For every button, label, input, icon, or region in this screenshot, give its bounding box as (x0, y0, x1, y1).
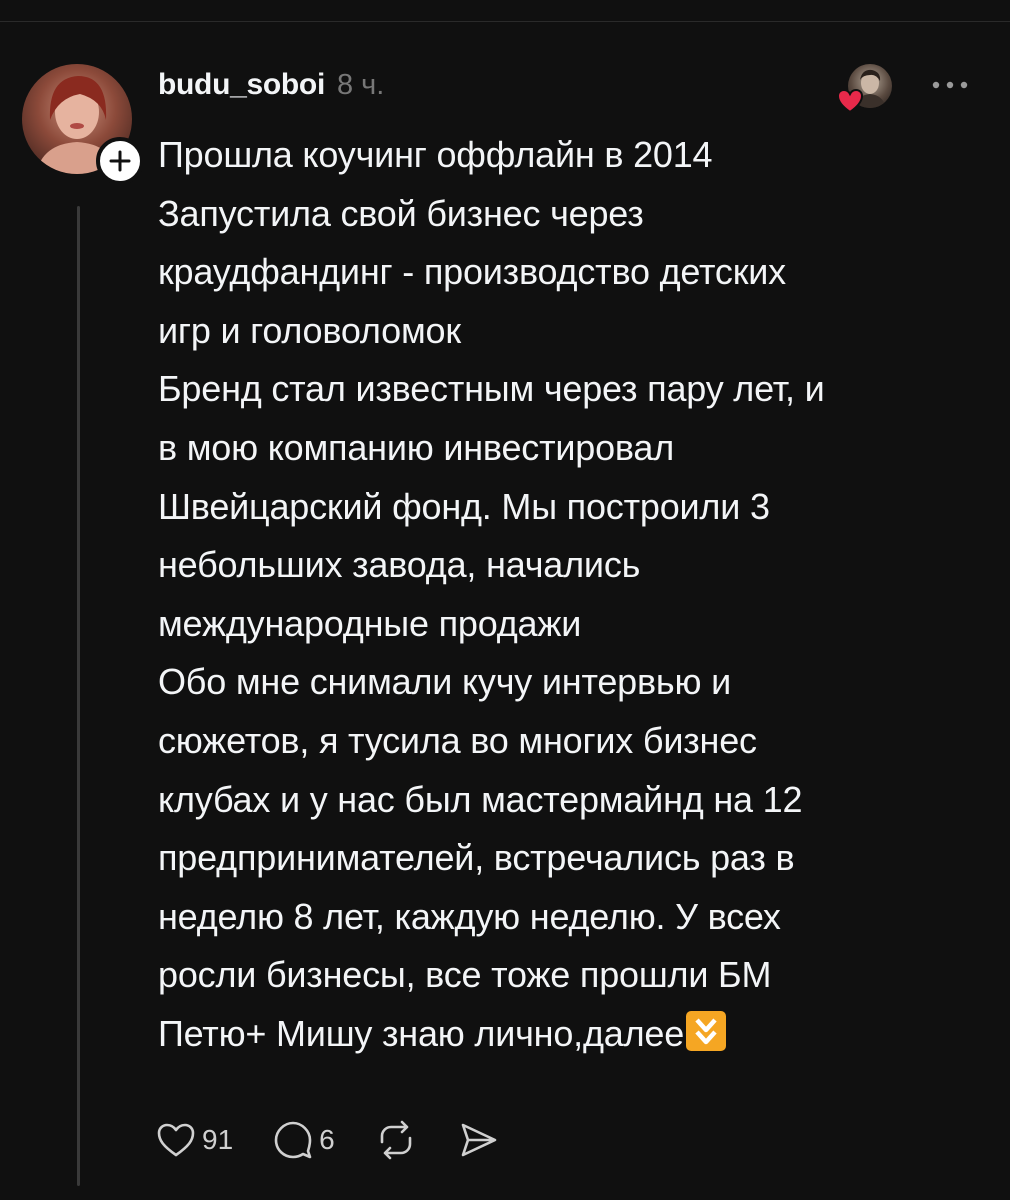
double-down-arrow-emoji-icon (686, 1010, 727, 1051)
post-line: неделю 8 лет, каждую неделю. У всех (158, 895, 781, 937)
comment-button[interactable]: 6 (273, 1121, 335, 1159)
post-text: Прошла коучинг оффлайн в 2014 Запустила … (158, 126, 978, 1064)
send-icon (461, 1123, 497, 1157)
post-line: краудфандинг - производство детских (158, 251, 786, 293)
post-line: предпринимателей, встречались раз в (158, 837, 795, 879)
plus-icon (109, 150, 131, 172)
post-last-line-text: Петю+ Мишу знаю лично,далее (158, 1012, 685, 1054)
post-actions: 91 6 (156, 1118, 539, 1162)
ellipsis-icon (932, 81, 968, 89)
share-button[interactable] (457, 1120, 499, 1160)
thread-line (77, 206, 80, 1186)
post-line: международные продажи (158, 602, 582, 644)
repost-icon (380, 1120, 412, 1160)
post-line: небольших завода, начались (158, 544, 641, 586)
like-button[interactable]: 91 (156, 1122, 233, 1158)
comment-bubble-icon (274, 1121, 312, 1159)
post-line: Прошла коучинг оффлайн в 2014 (158, 134, 713, 175)
timestamp: 8 ч. (336, 69, 385, 101)
comments-count: 6 (319, 1124, 335, 1155)
post-line: росли бизнесы, все тоже прошли БМ (158, 954, 772, 996)
red-heart-icon (836, 88, 864, 114)
post-line: Бренд стал известным через пару лет, и (158, 368, 825, 410)
post-last-line: Петю+ Мишу знаю лично,далее (158, 1005, 978, 1064)
post-line: Швейцарский фонд. Мы построили 3 (158, 485, 770, 527)
post-line: Запустила свой бизнес через (158, 192, 644, 234)
post-line: в мою компанию инвестировал (158, 426, 675, 468)
post-header: budu_soboi 8 ч. (158, 68, 384, 108)
repost-button[interactable] (375, 1120, 417, 1160)
more-options-button[interactable] (928, 70, 972, 100)
follow-button[interactable] (96, 137, 144, 185)
post-line: игр и головоломок (158, 309, 461, 351)
post-line: сюжетов, я тусила во многих бизнес (158, 719, 757, 761)
top-divider (0, 21, 1010, 22)
likes-count: 91 (202, 1124, 234, 1155)
post-line: Обо мне снимали кучу интервью и (158, 661, 731, 703)
username[interactable]: budu_soboi (158, 68, 325, 102)
heart-outline-icon (157, 1123, 195, 1157)
post-line: клубах и у нас был мастермайнд на 12 (158, 778, 803, 820)
